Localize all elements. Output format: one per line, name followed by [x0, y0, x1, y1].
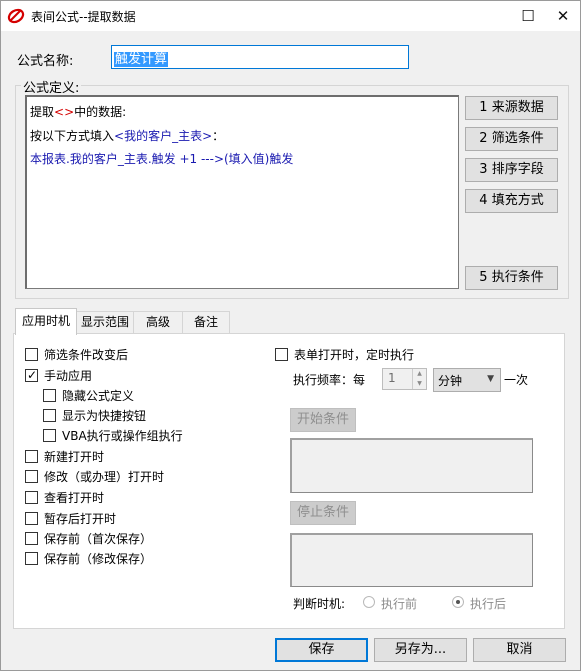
definition-line-target: 按以下方式填入<我的客户_主表>：	[30, 129, 225, 143]
frequency-unit-select[interactable]: 分钟 ▼	[433, 368, 501, 392]
app-logo-icon	[7, 8, 25, 24]
draft-open-checkbox[interactable]	[25, 512, 38, 525]
spinner-arrows-icon[interactable]: ▲ ▼	[412, 369, 426, 389]
judge-before-label: 执行前	[381, 597, 418, 611]
definition-line-source: 提取<>中的数据:	[30, 105, 127, 119]
save-first-checkbox[interactable]	[25, 532, 38, 545]
execution-condition-button[interactable]: 5 执行条件	[465, 266, 558, 290]
sort-field-button[interactable]: 3 排序字段	[465, 158, 558, 182]
hide-definition-checkbox[interactable]	[43, 389, 56, 402]
start-condition-box	[290, 438, 533, 493]
fill-method-button[interactable]: 4 填充方式	[465, 189, 558, 213]
tab-notes[interactable]: 备注	[182, 311, 230, 333]
view-open-checkbox[interactable]	[25, 491, 38, 504]
edit-open-checkbox[interactable]	[25, 470, 38, 483]
judge-after-radio[interactable]	[452, 596, 464, 608]
manual-apply-checkbox[interactable]	[25, 367, 38, 383]
frequency-unit-value: 分钟	[438, 374, 463, 388]
judge-after-label: 执行后	[470, 597, 507, 611]
save-button[interactable]: 保存	[275, 638, 368, 662]
shortcut-button-checkbox[interactable]	[43, 409, 56, 422]
save-as-button[interactable]: 另存为...	[374, 638, 467, 662]
filter-condition-button[interactable]: 2 筛选条件	[465, 127, 558, 151]
stop-condition-button[interactable]: 停止条件	[290, 501, 356, 525]
formula-name-label: 公式名称:	[17, 54, 74, 69]
start-condition-button[interactable]: 开始条件	[290, 408, 356, 432]
definition-text-area[interactable]: 提取<>中的数据: 按以下方式填入<我的客户_主表>： 本报表.我的客户_主表.…	[25, 95, 459, 289]
judge-timing-label: 判断时机:	[293, 597, 346, 611]
stop-condition-box	[290, 533, 533, 587]
formula-name-input[interactable]: 触发计算	[111, 45, 409, 69]
tab-advanced[interactable]: 高级	[133, 311, 183, 333]
definition-line-fill: 本报表.我的客户_主表.触发 +1 --->(填入值)触发	[30, 152, 294, 166]
maximize-button[interactable]: ☐	[511, 1, 545, 31]
judge-before-radio[interactable]	[363, 596, 375, 608]
frequency-value: 1	[388, 371, 396, 385]
new-open-checkbox[interactable]	[25, 450, 38, 463]
tab-display-range[interactable]: 显示范围	[76, 311, 134, 333]
cancel-button[interactable]: 取消	[473, 638, 566, 662]
frequency-suffix: 一次	[504, 373, 529, 387]
timer-checkbox[interactable]	[275, 348, 288, 361]
formula-name-value: 触发计算	[114, 52, 169, 67]
window-title: 表间公式--提取数据	[31, 10, 136, 24]
save-edit-checkbox[interactable]	[25, 552, 38, 565]
vba-execution-checkbox[interactable]	[43, 429, 56, 442]
frequency-label: 执行频率：每	[293, 373, 366, 387]
close-button[interactable]: ✕	[546, 1, 580, 31]
chevron-down-icon: ▼	[487, 374, 494, 384]
filter-change-checkbox[interactable]	[25, 348, 38, 361]
source-data-button[interactable]: 1 来源数据	[465, 96, 558, 120]
frequency-spinner[interactable]: 1 ▲ ▼	[382, 368, 427, 390]
definition-group-label: 公式定义:	[21, 77, 82, 96]
tab-timing[interactable]: 应用时机	[15, 308, 77, 335]
